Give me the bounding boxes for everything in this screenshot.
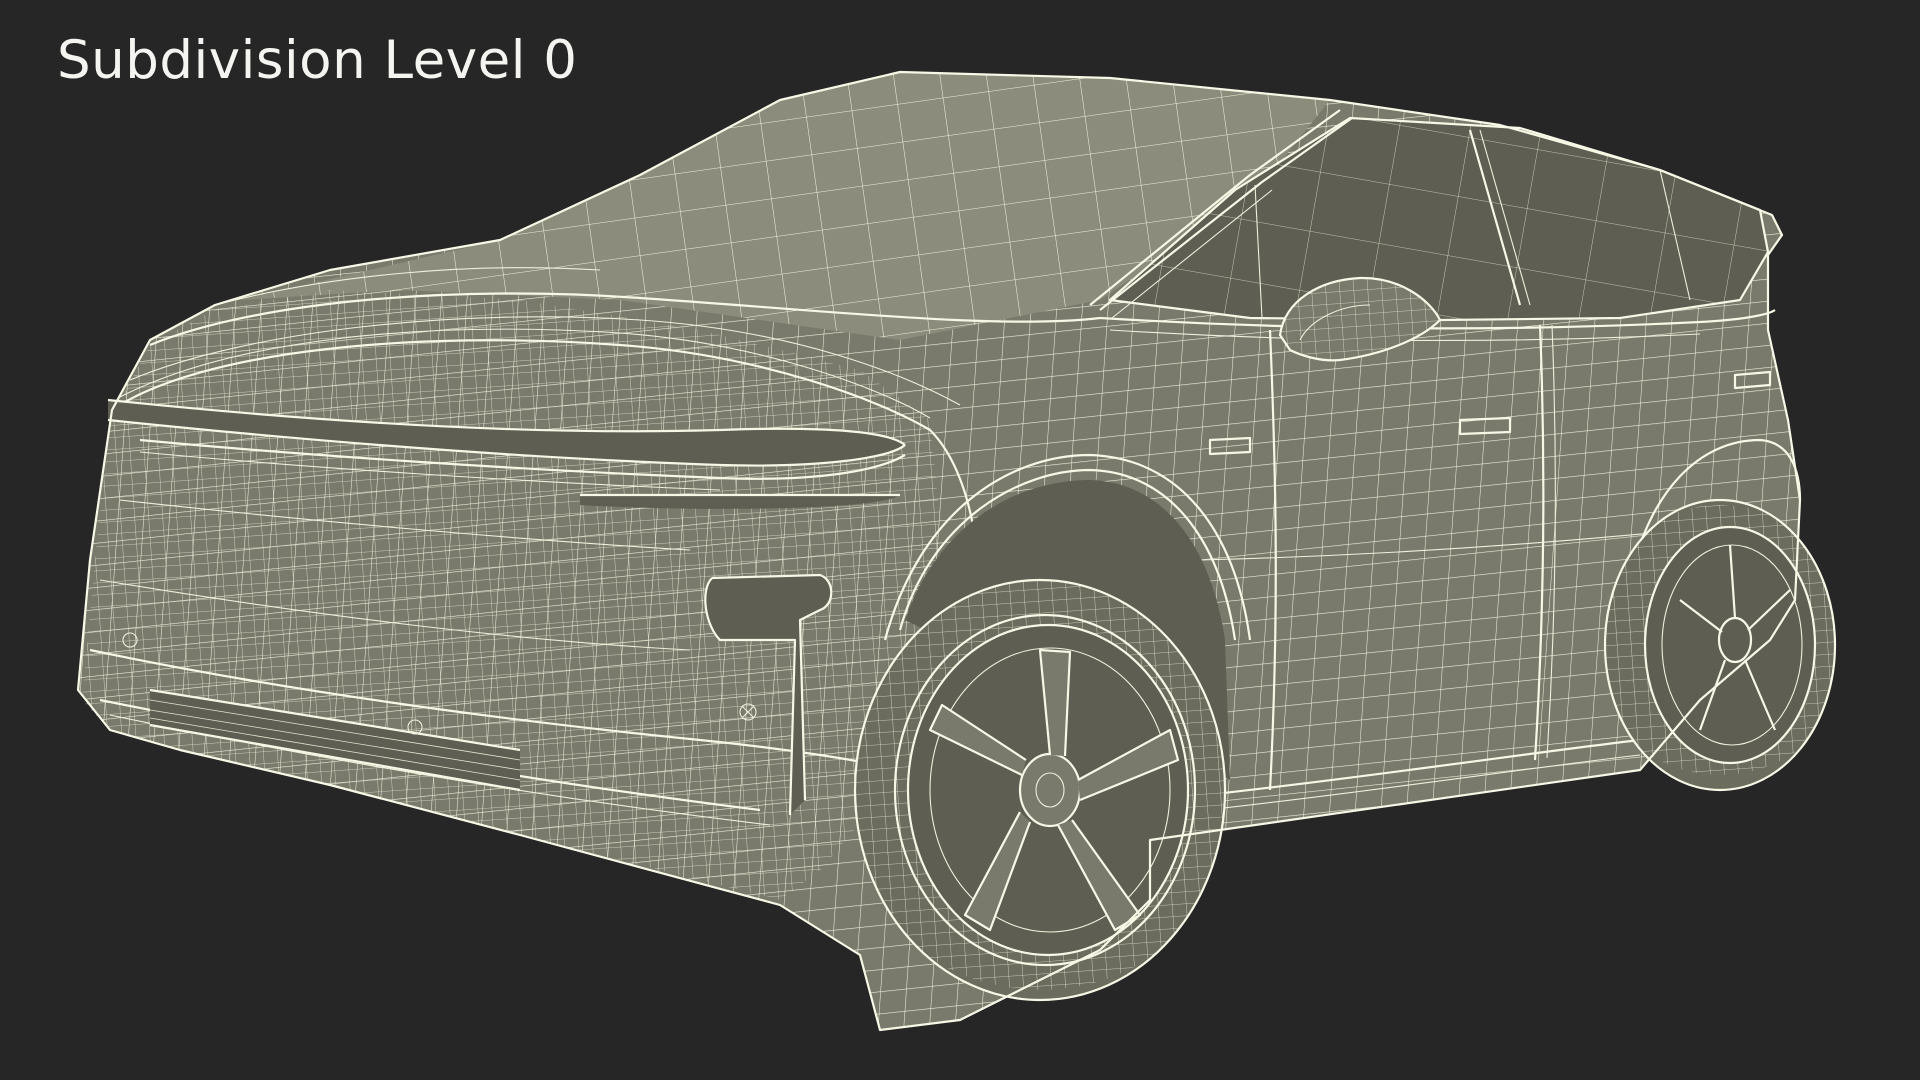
rear-wheel <box>1603 498 1837 792</box>
car-wireframe-model <box>76 70 1837 1032</box>
front-wheel <box>853 578 1227 1002</box>
render-viewport: Subdivision Level 0 <box>0 0 1920 1080</box>
